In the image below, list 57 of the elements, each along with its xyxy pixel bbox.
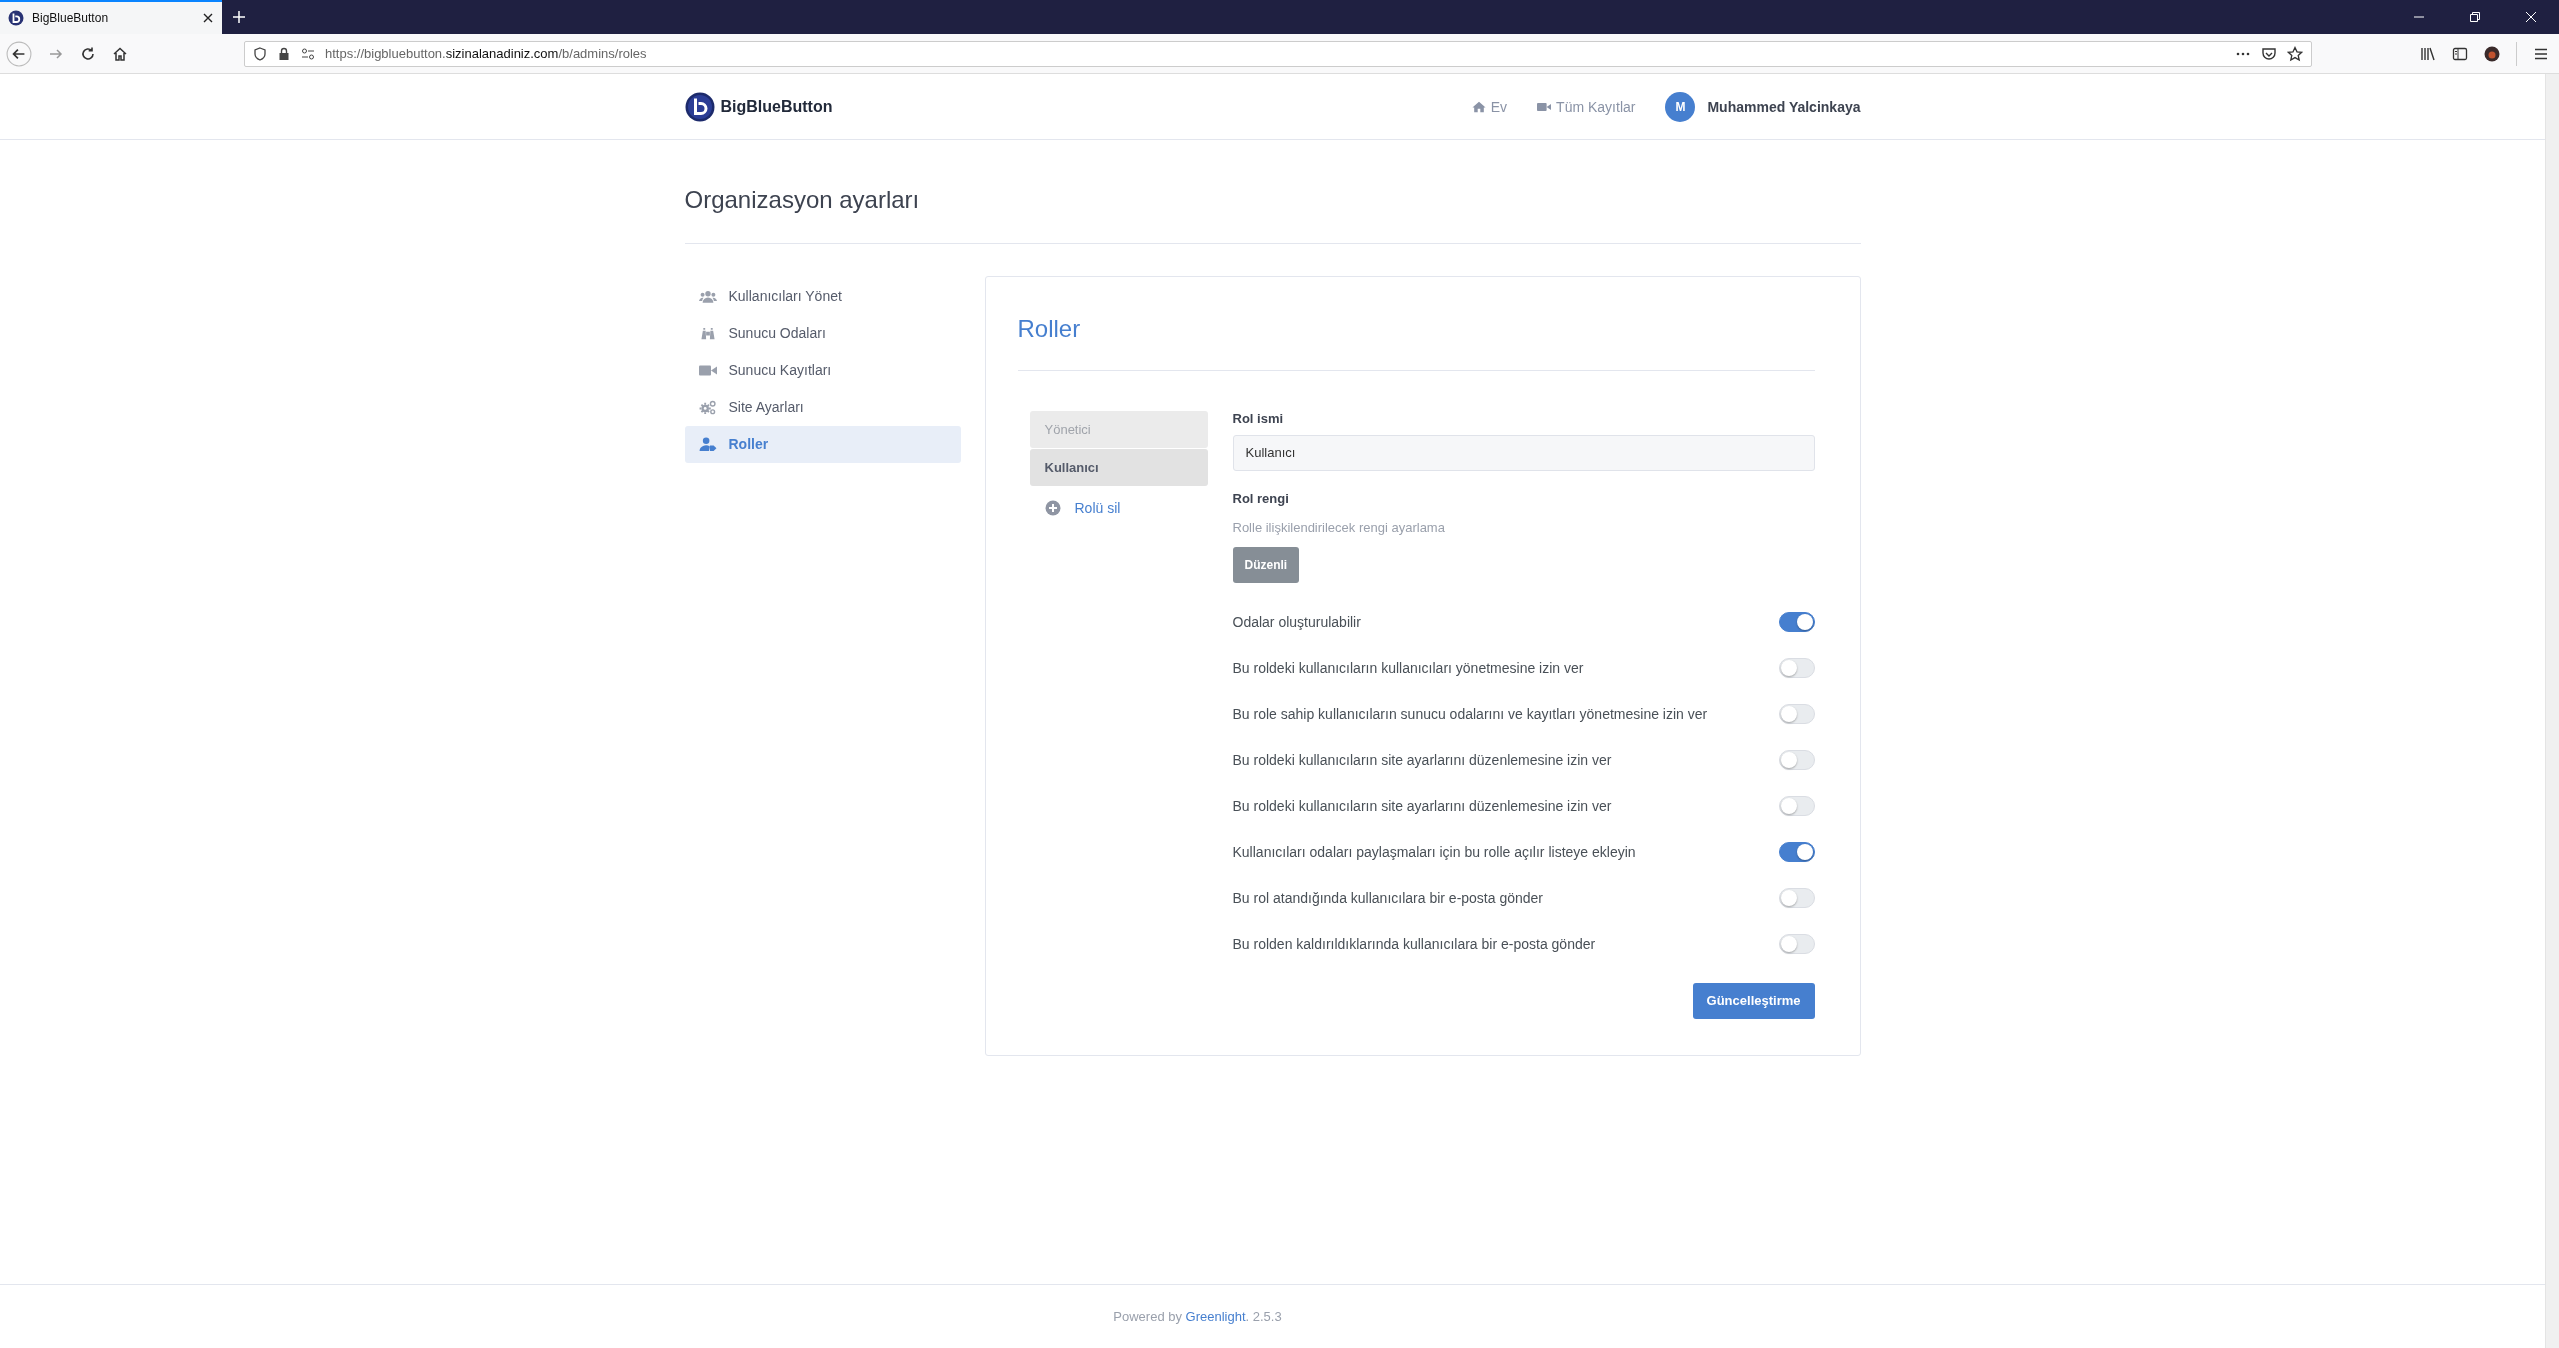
- permission-label: Bu rolden kaldırıldıklarında kullanıcılara bir e-posta gönder: [1232, 935, 1596, 952]
- address-bar[interactable]: https://bigbluebutton.sizinalanadiniz.com/b/admins/roles: [244, 40, 2312, 67]
- page-title: Organizasyon ayarları: [684, 186, 921, 215]
- nav-link[interactable]: Ev: [1471, 98, 1508, 115]
- footer-link[interactable]: Greenlight: [1185, 1309, 1246, 1324]
- scrollbar[interactable]: [2545, 74, 2559, 1348]
- url-text: https://bigbluebutton.sizinalanadiniz.com/b/admins/roles: [325, 46, 647, 61]
- delete-role-link[interactable]: Rolü sil: [1074, 499, 1121, 516]
- browser-tab[interactable]: BigBlueButton: [0, 0, 222, 34]
- permission-label: Kullanıcıları odaları paylaşmaları için bu rolle açılır listeye ekleyin: [1232, 843, 1636, 860]
- close-icon[interactable]: [202, 12, 214, 24]
- footer-text: Powered by Greenlight. 2.5.3: [1113, 1309, 1283, 1324]
- restore-icon[interactable]: [2469, 11, 2481, 23]
- new-tab-icon[interactable]: [232, 10, 246, 24]
- permission-label: Bu roldeki kullanıcıların kullanıcıları yönetmesine izin ver: [1232, 659, 1584, 676]
- library-icon[interactable]: [2420, 45, 2436, 62]
- home-icon: [1471, 99, 1486, 114]
- pocket-icon[interactable]: [2261, 45, 2277, 62]
- role-item[interactable]: Kullanıcı: [1029, 448, 1208, 486]
- sidebar-item[interactable]: Roller: [684, 425, 961, 463]
- role-name-field[interactable]: Kullanıcı: [1232, 434, 1815, 471]
- permission-label: Odalar oluşturulabilir: [1232, 613, 1361, 630]
- brand-name[interactable]: BigBlueButton: [720, 97, 833, 116]
- star-icon[interactable]: [2287, 45, 2303, 62]
- sidebar-item[interactable]: Site Ayarları: [684, 388, 961, 426]
- lock-icon: [277, 46, 291, 61]
- logo-icon: [8, 10, 24, 26]
- nav-link[interactable]: Tüm Kayıtlar: [1537, 98, 1636, 115]
- panel-title: Roller: [1017, 314, 1082, 344]
- edit-color-button[interactable]: Düzenli: [1232, 546, 1300, 583]
- home-icon[interactable]: [112, 45, 128, 62]
- shield-icon: [253, 46, 267, 61]
- permission-label: Bu rol atandığında kullanıcılara bir e-posta gönder: [1232, 889, 1544, 906]
- users-icon: [698, 288, 717, 304]
- account-icon[interactable]: [2484, 45, 2500, 62]
- back-icon[interactable]: [6, 40, 32, 67]
- permission-label: Bu role sahip kullanıcıların sunucu odalarını ve kayıtları yönetmesine izin ver: [1232, 705, 1708, 722]
- logo-icon[interactable]: [684, 91, 715, 122]
- sidebar-icon[interactable]: [2452, 45, 2468, 62]
- sidebar-item[interactable]: Sunucu Odaları: [684, 314, 961, 352]
- sidebar-item[interactable]: Sunucu Kayıtları: [684, 351, 961, 389]
- reload-icon[interactable]: [80, 45, 96, 62]
- user-avatar[interactable]: M: [1665, 91, 1696, 122]
- field-label: Rol ismi: [1232, 410, 1285, 426]
- sidebar-item[interactable]: Kullanıcıları Yönet: [684, 277, 961, 315]
- update-button[interactable]: Güncelleştirme: [1692, 982, 1815, 1019]
- plus-circle-icon: [1044, 499, 1061, 516]
- gears-icon: [698, 399, 717, 415]
- user-tag-icon: [698, 436, 717, 452]
- permission-label: Bu roldeki kullanıcıların site ayarlarını düzenlemesine izin ver: [1232, 751, 1612, 768]
- field-label: Rol rengi: [1232, 490, 1290, 506]
- permissions-icon: [301, 46, 315, 61]
- permission-label: Bu roldeki kullanıcıların site ayarlarını düzenlemesine izin ver: [1232, 797, 1612, 814]
- toggle-switch[interactable]: [1778, 611, 1815, 632]
- toggle-switch[interactable]: [1778, 841, 1815, 862]
- user-name[interactable]: Muhammed Yalcinkaya: [1707, 98, 1861, 115]
- field-hint: Rolle ilişkilendirilecek rengi ayarlama: [1232, 519, 1446, 535]
